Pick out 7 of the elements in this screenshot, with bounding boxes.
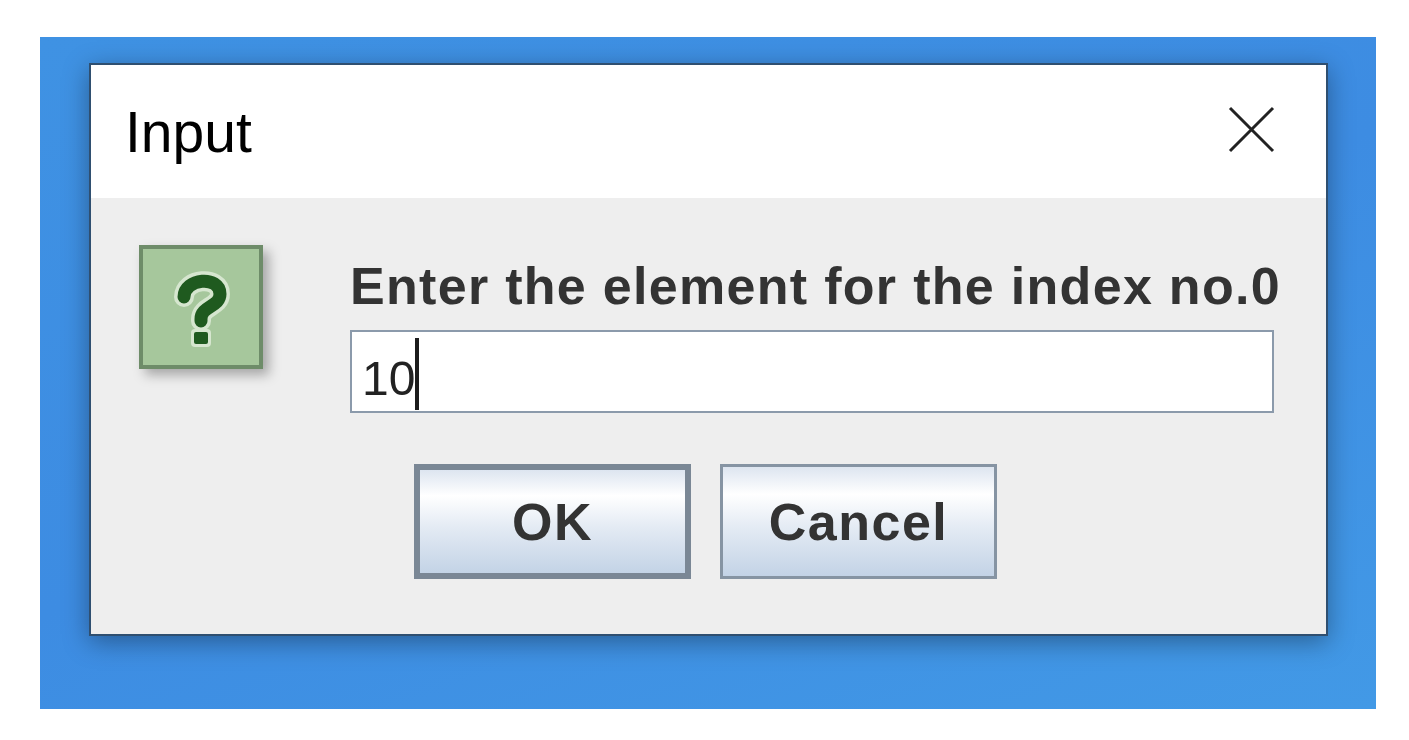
input-field[interactable]: 10 — [350, 330, 1274, 413]
close-icon[interactable] — [1228, 106, 1275, 153]
dialog-button[interactable]: Cancel — [720, 464, 997, 579]
dialog-button[interactable]: OK — [414, 464, 691, 579]
prompt-label: Enter the element for the index no.0 — [350, 257, 1282, 315]
window-title: Input — [125, 99, 252, 164]
question-mark-icon — [139, 245, 263, 369]
